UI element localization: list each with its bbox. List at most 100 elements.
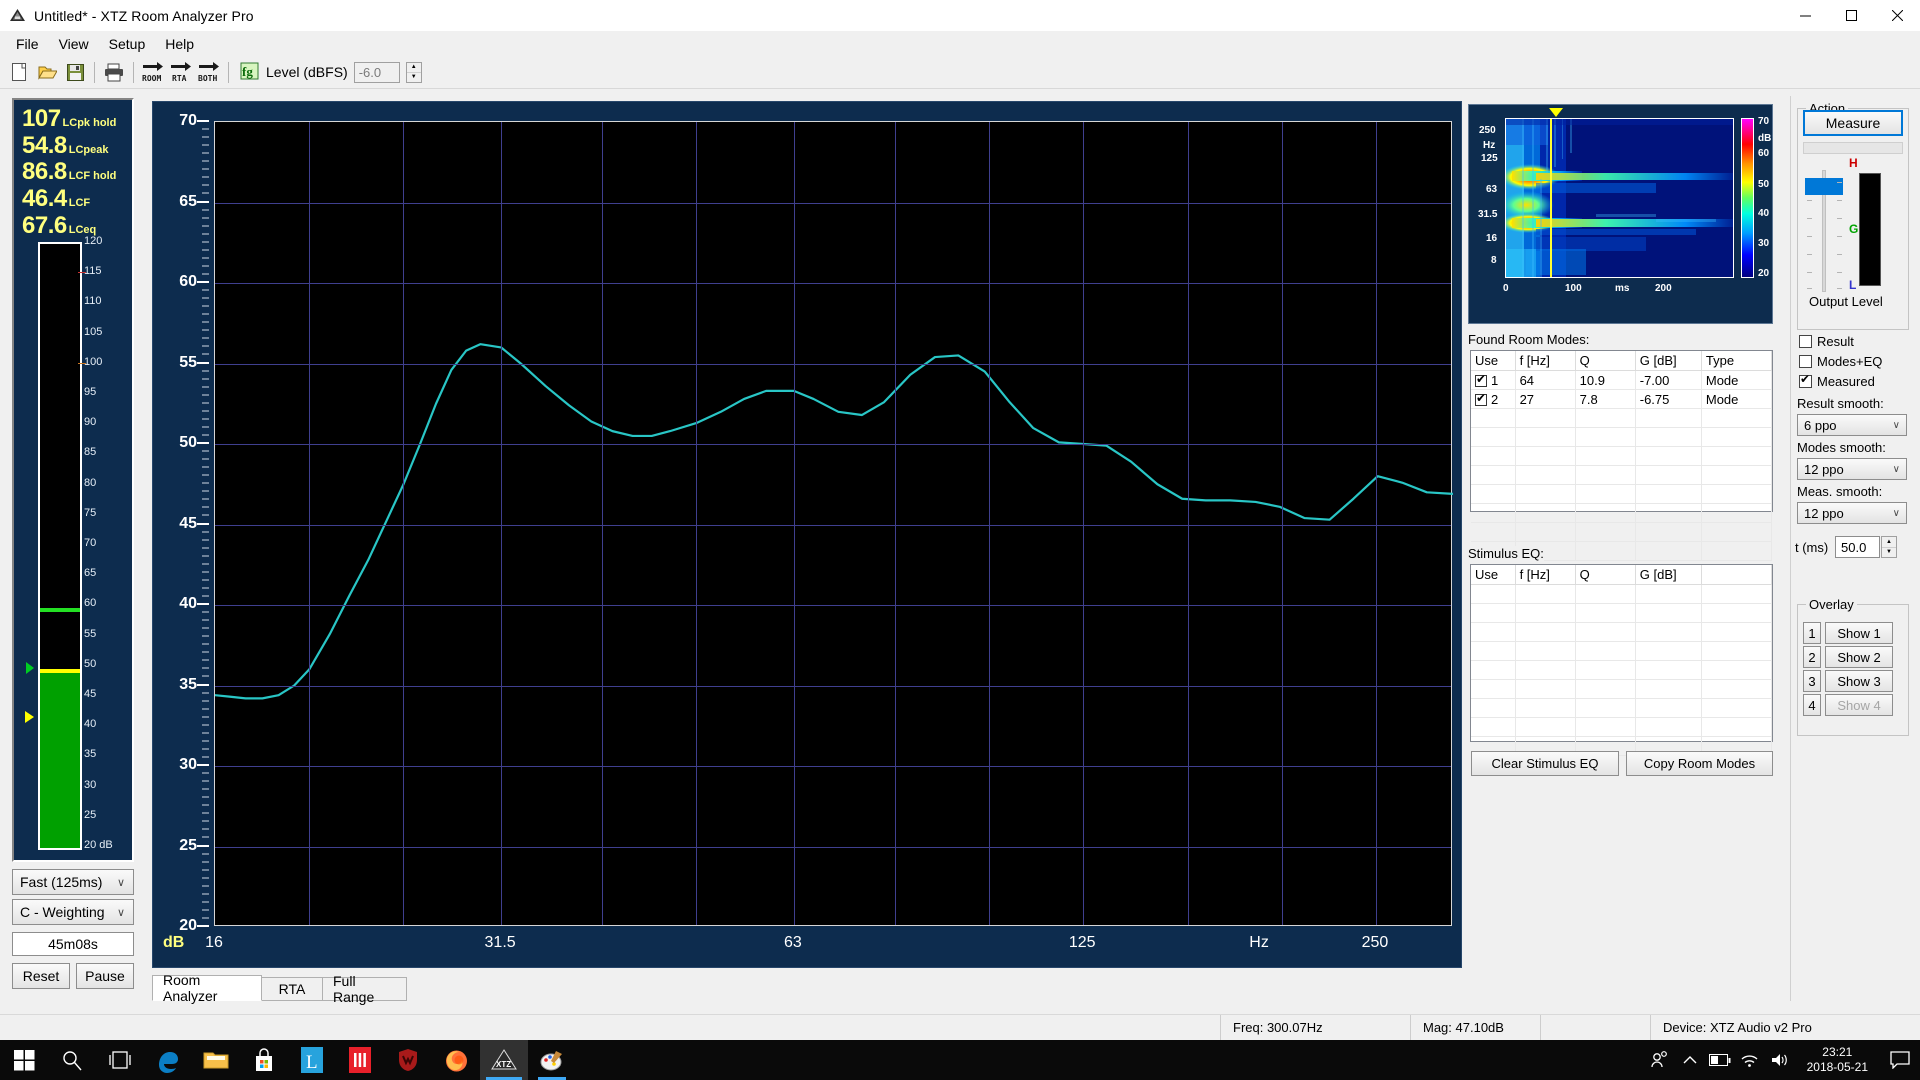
room-mode-col-header[interactable]: Use — [1471, 351, 1516, 371]
tab-rta[interactable]: RTA — [261, 977, 323, 1001]
room-mode-empty-row[interactable] — [1471, 427, 1773, 447]
modes-smooth-select[interactable]: 12 ppo ∨ — [1797, 458, 1907, 480]
open-folder-icon[interactable] — [33, 59, 61, 86]
stimulus-eq-empty-row[interactable] — [1471, 584, 1773, 604]
found-room-modes-table[interactable]: Usef [Hz]QG [dB]Type16410.9-7.00Mode2277… — [1470, 350, 1773, 561]
volume-icon[interactable] — [1765, 1052, 1795, 1068]
room-mode-empty-row[interactable] — [1471, 446, 1773, 466]
checkbox-result-box[interactable] — [1799, 335, 1812, 348]
checkbox-modes-eq-box[interactable] — [1799, 355, 1812, 368]
room-mode-empty-row[interactable] — [1471, 522, 1773, 542]
maximize-button[interactable] — [1828, 0, 1874, 31]
task-view-icon[interactable] — [96, 1040, 144, 1080]
overlay-slot-4[interactable]: 4 — [1803, 694, 1821, 716]
wifi-icon[interactable] — [1735, 1053, 1765, 1068]
stimulus-eq-empty-row[interactable] — [1471, 679, 1773, 699]
room-mode-col-header[interactable]: f [Hz] — [1515, 351, 1576, 371]
menu-help[interactable]: Help — [155, 33, 204, 55]
room-mode-empty-row[interactable] — [1471, 484, 1773, 504]
menu-view[interactable]: View — [49, 33, 99, 55]
pause-button[interactable]: Pause — [76, 963, 134, 989]
room-mode-row[interactable]: 2277.8-6.75Mode — [1471, 389, 1773, 409]
room-mode-use-cell[interactable]: 1 — [1471, 370, 1516, 390]
checkbox-measured-box[interactable] — [1799, 372, 1812, 388]
menu-setup[interactable]: Setup — [99, 33, 156, 55]
stimulus-eq-empty-row[interactable] — [1471, 603, 1773, 623]
room-mode-empty-row[interactable] — [1471, 408, 1773, 428]
microsoft-store-icon[interactable] — [240, 1040, 288, 1080]
overlay-show-button-2[interactable]: Show 2 — [1825, 646, 1893, 668]
search-icon[interactable] — [48, 1040, 96, 1080]
level-input[interactable]: -6.0 — [353, 61, 400, 83]
stimulus-eq-table[interactable]: Use f [Hz] Q G [dB] — [1470, 564, 1773, 756]
stimulus-eq-col-header[interactable]: G [dB] — [1635, 565, 1702, 585]
room-measure-icon[interactable]: ROOM — [139, 59, 167, 86]
room-mode-empty-row[interactable] — [1471, 465, 1773, 485]
red-bars-app-icon[interactable] — [336, 1040, 384, 1080]
copy-room-modes-button[interactable]: Copy Room Modes — [1626, 751, 1773, 776]
stimulus-eq-empty-row[interactable] — [1471, 660, 1773, 680]
freq-weighting-select[interactable]: C - Weighting ∨ — [12, 899, 134, 925]
overlay-slot-3[interactable]: 3 — [1803, 670, 1821, 692]
t-ms-spinner[interactable]: ▲ ▼ — [1881, 536, 1897, 558]
file-explorer-icon[interactable] — [192, 1040, 240, 1080]
taskbar-clock[interactable]: 23:21 2018-05-21 — [1795, 1045, 1880, 1075]
chevron-up-icon[interactable] — [1675, 1055, 1705, 1065]
edge-browser-icon[interactable] — [144, 1040, 192, 1080]
spectrogram-panel[interactable]: 250 Hz 125 63 31.5 16 8 0 100 ms 200 70 … — [1468, 104, 1773, 324]
spectrogram-image[interactable] — [1505, 118, 1734, 278]
level-spinner-down[interactable]: ▼ — [407, 73, 421, 82]
stimulus-eq-col-header[interactable]: Use — [1471, 565, 1516, 585]
time-weighting-select[interactable]: Fast (125ms) ∨ — [12, 869, 134, 895]
battery-icon[interactable] — [1705, 1053, 1735, 1067]
new-file-icon[interactable] — [5, 59, 33, 86]
stimulus-eq-empty-row[interactable] — [1471, 622, 1773, 642]
checkbox-result[interactable]: Result — [1799, 334, 1854, 349]
row-use-checkbox[interactable] — [1475, 391, 1487, 406]
action-center-icon[interactable] — [1880, 1051, 1920, 1069]
room-mode-col-header[interactable]: Q — [1575, 351, 1636, 371]
both-measure-icon[interactable]: BOTH — [195, 59, 223, 86]
minimize-button[interactable] — [1782, 0, 1828, 31]
save-disk-icon[interactable] — [61, 59, 89, 86]
l-app-icon[interactable]: L — [288, 1040, 336, 1080]
overlay-slot-1[interactable]: 1 — [1803, 622, 1821, 644]
printer-icon[interactable] — [100, 59, 128, 86]
level-spinner[interactable]: ▲ ▼ — [405, 61, 422, 83]
row-use-checkbox[interactable] — [1475, 372, 1487, 387]
people-icon[interactable] — [1645, 1051, 1675, 1069]
t-ms-spinner-down[interactable]: ▼ — [1882, 548, 1896, 558]
checkbox-measured[interactable]: Measured — [1799, 372, 1875, 389]
overlay-slot-2[interactable]: 2 — [1803, 646, 1821, 668]
output-level-slider-thumb[interactable] — [1805, 178, 1843, 195]
clear-stimulus-eq-button[interactable]: Clear Stimulus EQ — [1471, 751, 1619, 776]
room-mode-col-header[interactable]: G [dB] — [1635, 351, 1702, 371]
frequency-response-chart[interactable]: 20 25 30 35 40 45 50 55 60 65 70 16 31.5 63 125 250 Hz … — [152, 101, 1462, 968]
tab-room-analyzer[interactable]: Room Analyzer — [152, 972, 262, 1004]
reset-button[interactable]: Reset — [12, 963, 70, 989]
room-mode-use-cell[interactable]: 2 — [1471, 389, 1516, 409]
start-windows-icon[interactable] — [0, 1040, 48, 1080]
t-ms-input[interactable]: 50.0 — [1835, 536, 1880, 558]
paint-app-icon[interactable] — [528, 1040, 576, 1080]
menu-file[interactable]: File — [6, 33, 49, 55]
m-shield-app-icon[interactable] — [384, 1040, 432, 1080]
room-mode-col-header[interactable]: Type — [1701, 351, 1773, 371]
rta-measure-icon[interactable]: RTA — [167, 59, 195, 86]
overlay-show-button-3[interactable]: Show 3 — [1825, 670, 1893, 692]
close-button[interactable] — [1874, 0, 1920, 31]
firefox-browser-icon[interactable] — [432, 1040, 480, 1080]
chart-plot-area[interactable] — [214, 121, 1453, 926]
stimulus-eq-col-header[interactable] — [1701, 565, 1773, 585]
stimulus-eq-empty-row[interactable] — [1471, 698, 1773, 718]
tab-full-range[interactable]: Full Range — [322, 973, 407, 1005]
level-spinner-up[interactable]: ▲ — [406, 63, 421, 73]
result-smooth-select[interactable]: 6 ppo ∨ — [1797, 414, 1907, 436]
stimulus-eq-col-header[interactable]: Q — [1575, 565, 1636, 585]
t-ms-spinner-up[interactable]: ▲ — [1882, 537, 1896, 548]
stimulus-eq-empty-row[interactable] — [1471, 641, 1773, 661]
meas-smooth-select[interactable]: 12 ppo ∨ — [1797, 502, 1907, 524]
room-mode-empty-row[interactable] — [1471, 503, 1773, 523]
measure-button[interactable]: Measure — [1803, 110, 1903, 136]
room-mode-row[interactable]: 16410.9-7.00Mode — [1471, 370, 1773, 390]
